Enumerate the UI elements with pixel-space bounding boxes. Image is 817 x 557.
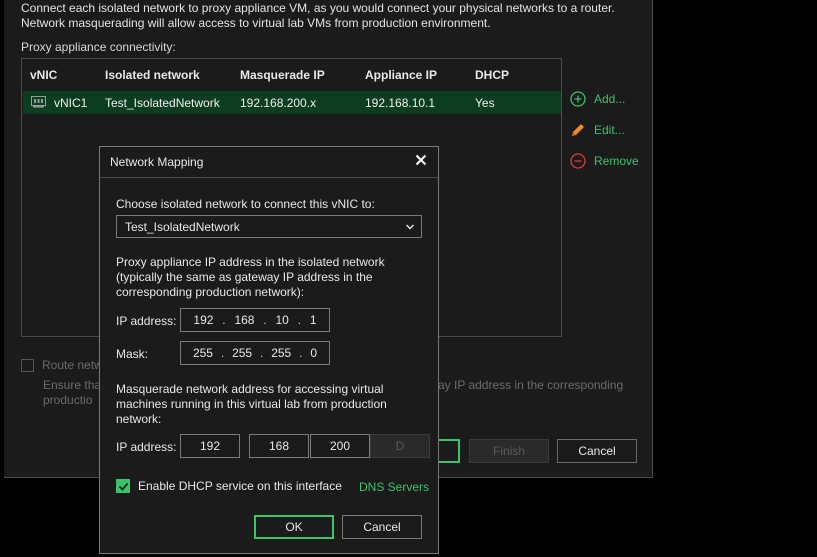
proxy-ip-label-line-1: Proxy appliance IP address in the isolat… xyxy=(116,255,385,269)
description-line-2: Network masquerading will allow access t… xyxy=(21,16,491,30)
plus-circle-icon xyxy=(570,91,586,107)
choose-network-label: Choose isolated network to connect this … xyxy=(116,197,375,211)
mask-octet-1[interactable]: 255 xyxy=(193,346,213,360)
minus-circle-icon xyxy=(570,153,586,169)
checkmark-icon xyxy=(118,482,128,491)
table-row[interactable]: vNIC1 Test_IsolatedNetwork 192.168.200.x… xyxy=(23,91,561,114)
ip-address-input[interactable]: 192. 168. 10. 1 xyxy=(180,308,330,332)
edit-button[interactable]: Edit... xyxy=(570,122,625,138)
edit-label: Edit... xyxy=(594,123,625,137)
dhcp-checkbox[interactable] xyxy=(116,479,130,493)
ip-octet-4[interactable]: 1 xyxy=(310,313,317,327)
route-network-checkbox[interactable] xyxy=(21,358,34,372)
network-mapping-dialog: Network Mapping Choose isolated network … xyxy=(99,146,439,554)
dialog-title: Network Mapping xyxy=(110,155,204,169)
proxy-ip-label-line-3: corresponding production network): xyxy=(116,285,305,299)
cell-appliance-ip: 192.168.10.1 xyxy=(365,96,436,110)
masquerade-label-line-3: network: xyxy=(116,412,162,426)
route-network-label: Route netw xyxy=(42,358,103,372)
cell-masquerade-ip: 192.168.200.x xyxy=(240,96,317,110)
ip-octet-3[interactable]: 10 xyxy=(275,313,288,327)
route-network-option[interactable]: Route netw xyxy=(21,358,103,372)
masquerade-octet-2[interactable]: 168 xyxy=(249,434,309,458)
ensure-note-right: ay IP address in the corresponding xyxy=(438,378,624,392)
connectivity-label: Proxy appliance connectivity: xyxy=(21,40,176,54)
pencil-icon xyxy=(572,124,584,136)
remove-button[interactable]: Remove xyxy=(570,153,639,169)
finish-button[interactable]: Finish xyxy=(469,439,549,463)
dialog-cancel-button[interactable]: Cancel xyxy=(342,515,422,539)
cell-isolated-network: Test_IsolatedNetwork xyxy=(105,96,220,110)
column-header-isolated-network[interactable]: Isolated network xyxy=(105,68,200,82)
masquerade-ip-label: IP address: xyxy=(116,440,177,454)
title-divider xyxy=(100,177,438,178)
ok-button[interactable]: OK xyxy=(254,515,334,539)
masquerade-label-line-1: Masquerade network address for accessing… xyxy=(116,382,384,396)
dhcp-label: Enable DHCP service on this interface xyxy=(138,479,342,493)
column-header-masquerade-ip[interactable]: Masquerade IP xyxy=(240,68,325,82)
description-line-1: Connect each isolated network to proxy a… xyxy=(21,1,615,15)
ip-address-label: IP address: xyxy=(116,314,177,328)
ip-octet-1[interactable]: 192 xyxy=(193,313,213,327)
isolated-network-select[interactable]: Test_IsolatedNetwork xyxy=(116,215,422,238)
mask-label: Mask: xyxy=(116,347,149,361)
proxy-ip-label: Proxy appliance IP address in the isolat… xyxy=(116,255,385,300)
mask-octet-2[interactable]: 255 xyxy=(232,346,252,360)
grid-header: vNIC Isolated network Masquerade IP Appl… xyxy=(22,59,561,89)
masquerade-label: Masquerade network address for accessing… xyxy=(116,382,387,427)
masquerade-octet-3[interactable]: 200 xyxy=(310,434,370,458)
remove-label: Remove xyxy=(594,154,639,168)
proxy-ip-label-line-2: (typically the same as gateway IP addres… xyxy=(116,270,373,284)
masquerade-label-line-2: machines running in this virtual lab fro… xyxy=(116,397,387,411)
cell-dhcp: Yes xyxy=(475,96,495,110)
cell-vnic: vNIC1 xyxy=(54,96,88,110)
chevron-down-icon xyxy=(406,224,414,230)
add-button[interactable]: Add... xyxy=(570,91,625,107)
ip-octet-2[interactable]: 168 xyxy=(234,313,254,327)
column-header-dhcp[interactable]: DHCP xyxy=(475,68,509,82)
dns-servers-link[interactable]: DNS Servers xyxy=(359,480,429,494)
dhcp-option[interactable]: Enable DHCP service on this interface xyxy=(116,479,342,493)
close-icon[interactable] xyxy=(414,153,428,167)
masquerade-octet-1[interactable]: 192 xyxy=(180,434,240,458)
mask-input[interactable]: 255. 255. 255. 0 xyxy=(180,341,330,365)
column-header-appliance-ip[interactable]: Appliance IP xyxy=(365,68,437,82)
add-label: Add... xyxy=(594,92,626,106)
mask-octet-3[interactable]: 255 xyxy=(271,346,291,360)
column-header-vnic[interactable]: vNIC xyxy=(30,68,57,82)
mask-octet-4[interactable]: 0 xyxy=(310,346,317,360)
wizard-description: Connect each isolated network to proxy a… xyxy=(21,1,641,31)
selected-network-value: Test_IsolatedNetwork xyxy=(125,220,240,234)
wizard-cancel-button[interactable]: Cancel xyxy=(557,439,637,463)
masquerade-octet-4[interactable]: D xyxy=(370,434,430,458)
network-card-icon xyxy=(31,96,46,108)
